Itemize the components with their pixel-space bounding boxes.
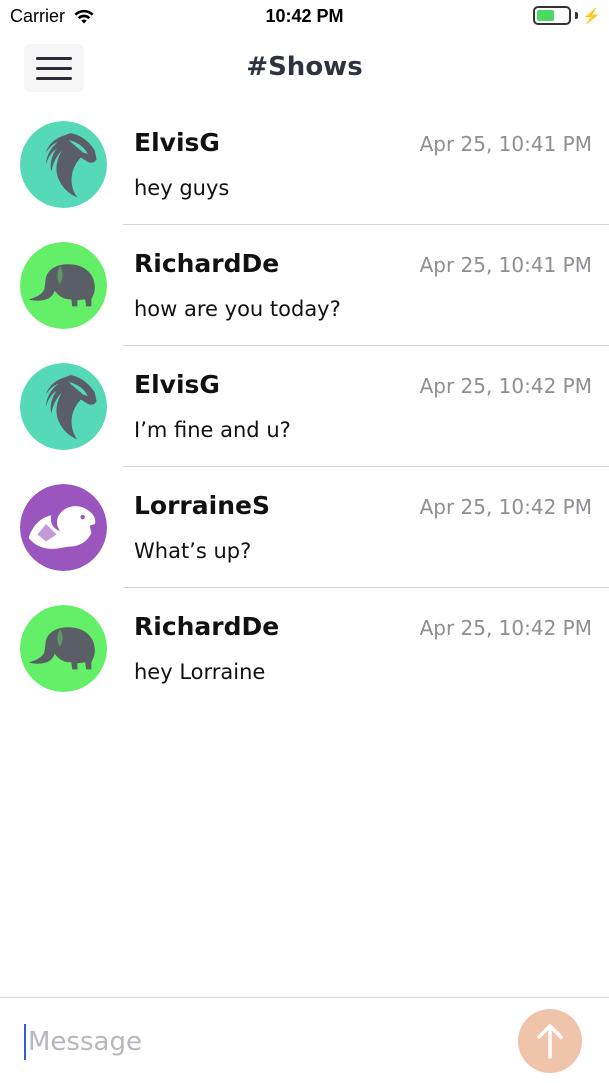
charging-icon: ⚡ — [582, 7, 601, 25]
avatar[interactable] — [20, 242, 107, 329]
avatar[interactable] — [20, 363, 107, 450]
battery-indicator: ⚡ — [533, 6, 601, 25]
message-text: I’m fine and u? — [134, 418, 291, 442]
message-composer — [0, 997, 609, 1083]
message-username[interactable]: ElvisG — [134, 128, 220, 157]
message-username[interactable]: ElvisG — [134, 370, 220, 399]
message-timestamp: Apr 25, 10:41 PM — [419, 132, 592, 156]
message-item[interactable]: RichardDe Apr 25, 10:41 PM how are you t… — [0, 225, 609, 346]
arrow-up-icon — [537, 1024, 563, 1059]
message-list[interactable]: ElvisG Apr 25, 10:41 PM hey guys Richard… — [0, 104, 609, 709]
message-timestamp: Apr 25, 10:42 PM — [419, 495, 592, 519]
message-text: how are you today? — [134, 297, 341, 321]
message-input[interactable] — [24, 1024, 484, 1060]
battery-icon — [533, 6, 572, 25]
message-timestamp: Apr 25, 10:42 PM — [419, 374, 592, 398]
battery-level-fill — [537, 10, 554, 21]
avatar[interactable] — [20, 121, 107, 208]
message-item[interactable]: ElvisG Apr 25, 10:42 PM I’m fine and u? — [0, 346, 609, 467]
avatar[interactable] — [20, 605, 107, 692]
message-item[interactable]: LorraineS Apr 25, 10:42 PM What’s up? — [0, 467, 609, 588]
navigation-bar: #Shows — [0, 34, 609, 104]
message-timestamp: Apr 25, 10:41 PM — [419, 253, 592, 277]
message-text: hey guys — [134, 176, 230, 200]
message-username[interactable]: LorraineS — [134, 491, 270, 520]
message-item[interactable]: ElvisG Apr 25, 10:41 PM hey guys — [0, 104, 609, 225]
status-time: 10:42 PM — [265, 6, 344, 26]
status-bar: Carrier 10:42 PM ⚡ — [0, 0, 609, 34]
horse-icon — [20, 121, 107, 208]
channel-title: #Shows — [246, 52, 363, 82]
message-item[interactable]: RichardDe Apr 25, 10:42 PM hey Lorraine — [0, 588, 609, 709]
message-timestamp: Apr 25, 10:42 PM — [419, 616, 592, 640]
avatar[interactable] — [20, 484, 107, 571]
message-text: What’s up? — [134, 539, 252, 563]
message-username[interactable]: RichardDe — [134, 249, 279, 278]
send-button[interactable] — [518, 1009, 582, 1073]
horse-icon — [20, 363, 107, 450]
squirrel-icon — [20, 484, 107, 571]
elephant-icon — [20, 242, 107, 329]
elephant-icon — [20, 605, 107, 692]
message-text: hey Lorraine — [134, 660, 266, 684]
message-username[interactable]: RichardDe — [134, 612, 279, 641]
